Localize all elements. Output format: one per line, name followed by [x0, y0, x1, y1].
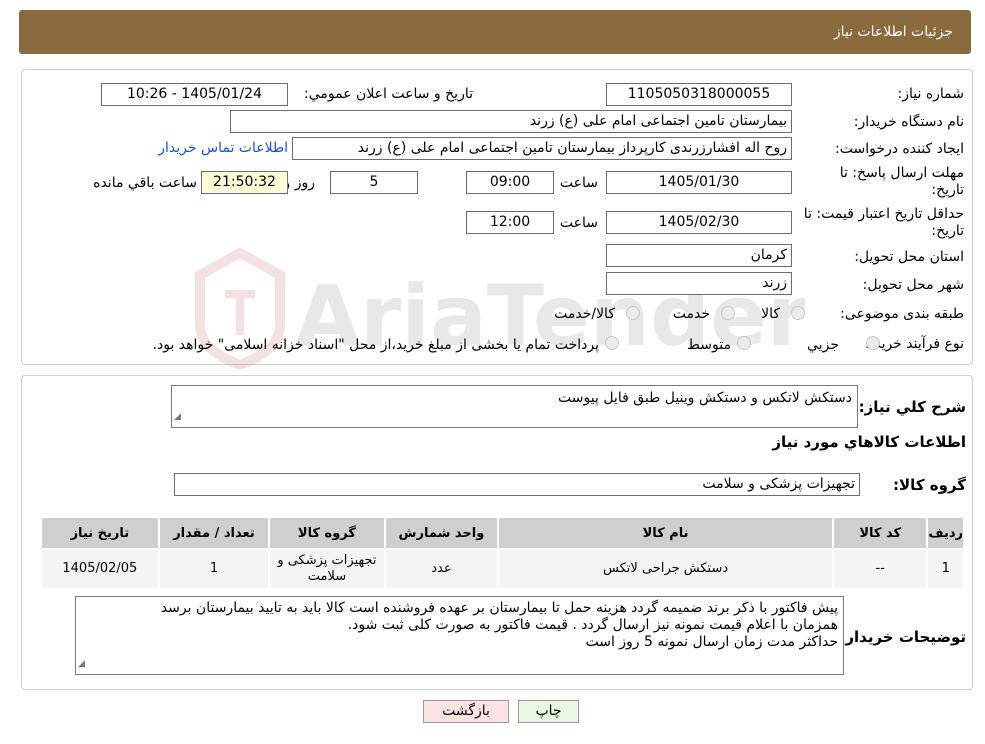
- category-goods-service-radio[interactable]: [626, 306, 640, 320]
- deadline-label: مهلت ارسال پاسخ: تا تاریخ:: [839, 165, 964, 198]
- deadline-days-label: روز و: [283, 175, 316, 191]
- remaining-time-field[interactable]: 21:50:32: [201, 171, 288, 194]
- summary-textarea[interactable]: دستکش لاتکس و دستکش وینیل طبق فایل پیوست…: [171, 385, 858, 428]
- cell-item-code: --: [832, 548, 929, 590]
- goods-section-title: اطلاعات کالاهاي مورد نیاز: [772, 433, 966, 451]
- buyer-notes-line: پیش فاکتور با ذکر برند ضمیمه گردد هزینه …: [160, 600, 838, 616]
- deadline-days-field[interactable]: 5: [330, 171, 418, 194]
- category-service-radio[interactable]: [721, 306, 735, 320]
- col-item-name: نام کالا: [497, 516, 835, 550]
- announce-datetime-field[interactable]: 1405/01/24 - 10:26: [101, 83, 288, 106]
- goods-group-field[interactable]: تجهیزات پزشکی و سلامت: [174, 473, 860, 496]
- province-label: استان محل تحویل:: [854, 249, 964, 265]
- goods-table: ردیف کد کالا نام کالا واحد شمارش گروه کا…: [40, 516, 965, 590]
- category-label: طبقه بندی موضوعی:: [840, 306, 964, 322]
- buyer-notes-line: حداکثر مدت زمان ارسال نمونه 5 روز است: [585, 634, 838, 650]
- page-title: جزئیات اطلاعات نیاز: [833, 24, 953, 40]
- print-button[interactable]: چاپ: [518, 700, 579, 723]
- city-field[interactable]: زرند: [606, 272, 792, 295]
- buyer-org-field[interactable]: بیمارستان تامین اجتماعی امام علی (ع) زرن…: [230, 110, 792, 133]
- validity-date-field[interactable]: 1405/02/30: [606, 211, 792, 234]
- remaining-time-label: ساعت باقي مانده: [93, 175, 197, 191]
- category-goods-radio[interactable]: [791, 306, 805, 320]
- buyer-contact-link[interactable]: اطلاعات تماس خریدار: [158, 140, 288, 156]
- goods-group-label: گروه کالا:: [893, 476, 966, 494]
- need-number-field[interactable]: 1105050318000055: [606, 83, 792, 106]
- buyer-notes-label: توضیحات خریدار:: [839, 628, 966, 646]
- back-button[interactable]: بازگشت: [423, 700, 509, 723]
- summary-text: دستکش لاتکس و دستکش وینیل طبق فایل پیوست: [558, 390, 852, 406]
- category-goods-service-label: کالا/خدمت: [554, 306, 615, 322]
- cell-item-name: دستکش جراحی لاتکس: [497, 548, 835, 590]
- process-partial-radio[interactable]: [866, 336, 880, 350]
- summary-label: شرح کلي نیاز:: [858, 398, 966, 416]
- goods-table-header: ردیف کد کالا نام کالا واحد شمارش گروه کا…: [40, 516, 965, 550]
- col-quantity: تعداد / مقدار: [157, 516, 271, 550]
- col-need-date: تاریخ نیاز: [40, 516, 160, 550]
- validity-time-label: ساعت: [559, 215, 598, 231]
- announce-label: تاریخ و ساعت اعلان عمومي:: [304, 86, 473, 102]
- cell-group: تجهیزات پزشکی و سلامت: [268, 548, 386, 590]
- deadline-time-field[interactable]: 09:00: [466, 171, 554, 194]
- process-treasury-note: پرداخت تمام یا بخشی از مبلغ خرید،از محل …: [152, 337, 599, 353]
- need-number-label: شماره نیاز:: [897, 86, 965, 102]
- process-partial-label: جزیي: [807, 337, 839, 353]
- process-medium-label: متوسط: [687, 337, 731, 353]
- page-header: جزئیات اطلاعات نیاز: [19, 10, 971, 54]
- table-row[interactable]: 1 -- دستکش جراحی لاتکس عدد تجهیزات پزشکی…: [40, 548, 965, 590]
- category-goods-label: کالا: [761, 306, 780, 322]
- process-treasury-checkbox[interactable]: [605, 336, 619, 350]
- col-row-number: ردیف: [926, 516, 965, 550]
- deadline-date-field[interactable]: 1405/01/30: [606, 171, 792, 194]
- resize-grip-icon[interactable]: ◢: [174, 409, 181, 426]
- buyer-notes-line: همزمان با اعلام قیمت نمونه نیز ارسال گرد…: [347, 617, 838, 633]
- validity-time-field[interactable]: 12:00: [466, 211, 554, 234]
- cell-need-date: 1405/02/05: [40, 548, 160, 590]
- validity-label: حداقل تاریخ اعتبار قیمت: تا تاریخ:: [803, 206, 964, 239]
- cell-unit: عدد: [383, 548, 500, 590]
- cell-row-number: 1: [926, 548, 965, 590]
- resize-grip-icon[interactable]: ◢: [78, 656, 85, 673]
- col-unit: واحد شمارش: [383, 516, 500, 550]
- requester-label: ایجاد کننده درخواست:: [835, 141, 964, 157]
- process-medium-radio[interactable]: [737, 336, 751, 350]
- buyer-org-label: نام دستگاه خریدار:: [853, 114, 964, 130]
- col-group: گروه کالا: [268, 516, 386, 550]
- city-label: شهر محل تحویل:: [862, 277, 964, 293]
- deadline-time-label: ساعت: [559, 175, 598, 191]
- col-item-code: کد کالا: [832, 516, 929, 550]
- category-service-label: خدمت: [672, 306, 710, 322]
- cell-quantity: 1: [157, 548, 271, 590]
- buyer-notes-textarea[interactable]: پیش فاکتور با ذکر برند ضمیمه گردد هزینه …: [75, 596, 844, 675]
- requester-field[interactable]: روح اله افشارزرندی کارپرداز بیمارستان تا…: [292, 137, 792, 160]
- province-field[interactable]: کرمان: [606, 244, 792, 267]
